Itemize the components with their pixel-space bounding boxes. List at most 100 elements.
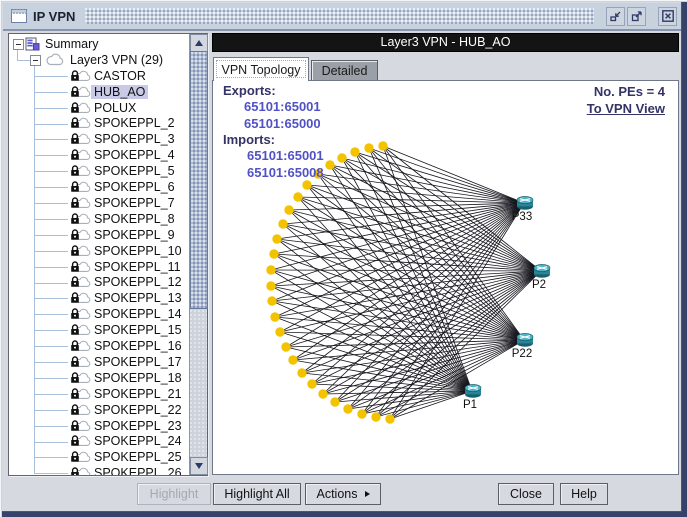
scrollbar-thumb[interactable] bbox=[190, 51, 208, 309]
tree-item-spokeppl_12[interactable]: SPOKEPPL_12 bbox=[70, 275, 185, 291]
tree-item-spokeppl_22[interactable]: SPOKEPPL_22 bbox=[70, 402, 185, 418]
minimize-button[interactable] bbox=[606, 7, 625, 26]
tree-item-spokeppl_14[interactable]: SPOKEPPL_14 bbox=[70, 306, 185, 322]
vpn-lock-cloud-icon bbox=[70, 164, 91, 178]
highlight-button[interactable]: Highlight bbox=[137, 483, 211, 505]
vpn-site-node[interactable] bbox=[371, 412, 380, 421]
tree-item-spokeppl_11[interactable]: SPOKEPPL_11 bbox=[70, 259, 184, 275]
close-button[interactable] bbox=[658, 7, 677, 26]
vpn-detail-panel: Layer3 VPN - HUB_AO VPN Topology Detaile… bbox=[212, 33, 679, 474]
pe-router-node-p2[interactable] bbox=[534, 264, 550, 277]
tab-vpn-topology[interactable]: VPN Topology bbox=[213, 57, 309, 81]
vpn-site-node[interactable] bbox=[266, 281, 275, 290]
tree-item-label: SPOKEPPL_21 bbox=[91, 387, 185, 401]
tree-item-castor[interactable]: CASTOR bbox=[70, 68, 149, 84]
tree-item-spokeppl_5[interactable]: SPOKEPPL_5 bbox=[70, 163, 178, 179]
vpn-lock-cloud-icon bbox=[70, 69, 91, 83]
tree-item-spokeppl_7[interactable]: SPOKEPPL_7 bbox=[70, 195, 178, 211]
tree-collapse-toggle[interactable] bbox=[30, 55, 41, 66]
tree-item-label: SPOKEPPL_7 bbox=[91, 196, 178, 210]
tree-item-label: SPOKEPPL_3 bbox=[91, 132, 178, 146]
tree-connector-line bbox=[34, 473, 68, 474]
tree-item-spokeppl_3[interactable]: SPOKEPPL_3 bbox=[70, 131, 178, 147]
scroll-up-button[interactable] bbox=[190, 34, 208, 52]
tree-item-spokeppl_6[interactable]: SPOKEPPL_6 bbox=[70, 179, 178, 195]
tree-item-label: Layer3 VPN (29) bbox=[67, 53, 166, 67]
vpn-site-node[interactable] bbox=[266, 265, 275, 274]
tree-item-polux[interactable]: POLUX bbox=[70, 100, 139, 116]
vpn-lock-cloud-icon bbox=[70, 275, 91, 289]
vpn-site-node[interactable] bbox=[278, 219, 287, 228]
tree-item-spokeppl_17[interactable]: SPOKEPPL_17 bbox=[70, 354, 185, 370]
tree-item-label: SPOKEPPL_18 bbox=[91, 371, 185, 385]
vpn-site-node[interactable] bbox=[269, 249, 278, 258]
tree-item-spokeppl_25[interactable]: SPOKEPPL_25 bbox=[70, 449, 185, 465]
tab-detailed[interactable]: Detailed bbox=[311, 60, 378, 81]
tree-item-spokeppl_15[interactable]: SPOKEPPL_15 bbox=[70, 322, 185, 338]
pe-router-node-p33[interactable] bbox=[517, 196, 533, 209]
to-vpn-view-link[interactable]: To VPN View bbox=[587, 101, 665, 116]
vpn-site-node[interactable] bbox=[343, 404, 352, 413]
tree-item-spokeppl_13[interactable]: SPOKEPPL_13 bbox=[70, 290, 185, 306]
tree-item-spokeppl_9[interactable]: SPOKEPPL_9 bbox=[70, 227, 178, 243]
tree-item-spokeppl_4[interactable]: SPOKEPPL_4 bbox=[70, 147, 178, 163]
pe-router-node-p1[interactable] bbox=[465, 384, 481, 397]
tree-connector-line bbox=[34, 298, 68, 299]
maximize-button[interactable] bbox=[627, 7, 646, 26]
export-route-target: 65101:65001 bbox=[244, 98, 324, 115]
vpn-site-node[interactable] bbox=[337, 153, 346, 162]
vpn-site-node[interactable] bbox=[357, 409, 366, 418]
tree-connector-line bbox=[34, 187, 68, 188]
vpn-site-node[interactable] bbox=[281, 342, 290, 351]
tree-item-spokeppl_26[interactable]: SPOKEPPL_26 bbox=[70, 465, 185, 475]
vpn-site-node[interactable] bbox=[318, 389, 327, 398]
tree-item-spokeppl_2[interactable]: SPOKEPPL_2 bbox=[70, 116, 178, 132]
window-title: IP VPN bbox=[33, 9, 75, 24]
tree-connector-line bbox=[34, 362, 68, 363]
tree-item-spokeppl_24[interactable]: SPOKEPPL_24 bbox=[70, 434, 185, 450]
vpn-site-node[interactable] bbox=[297, 368, 306, 377]
highlight-all-button[interactable]: Highlight All bbox=[213, 483, 301, 505]
actions-button-label: Actions bbox=[317, 487, 358, 501]
vpn-site-node[interactable] bbox=[364, 143, 373, 152]
tree-collapse-toggle[interactable] bbox=[13, 39, 24, 50]
export-route-target: 65101:65000 bbox=[244, 115, 324, 132]
actions-button[interactable]: Actions bbox=[305, 483, 381, 505]
tree-item-spokeppl_8[interactable]: SPOKEPPL_8 bbox=[70, 211, 178, 227]
window-titlebar[interactable]: IP VPN bbox=[3, 3, 681, 31]
imports-label: Imports: bbox=[223, 132, 324, 147]
close-dialog-button[interactable]: Close bbox=[498, 483, 554, 505]
help-button[interactable]: Help bbox=[560, 483, 608, 505]
vpn-site-node[interactable] bbox=[275, 327, 284, 336]
tree-item-spokeppl_21[interactable]: SPOKEPPL_21 bbox=[70, 386, 185, 402]
vpn-site-node[interactable] bbox=[267, 296, 276, 305]
vpn-site-node[interactable] bbox=[325, 160, 334, 169]
pe-router-node-p22[interactable] bbox=[517, 333, 533, 346]
tree-item-spokeppl_23[interactable]: SPOKEPPL_23 bbox=[70, 418, 185, 434]
vpn-site-node[interactable] bbox=[270, 312, 279, 321]
vpn-site-node[interactable] bbox=[350, 147, 359, 156]
tree-scrollbar[interactable] bbox=[189, 34, 207, 475]
tree-item-layer3-vpn[interactable]: Layer3 VPN (29) bbox=[46, 52, 166, 68]
vpn-site-node[interactable] bbox=[288, 355, 297, 364]
vpn-site-node[interactable] bbox=[385, 414, 394, 423]
menu-arrow-icon bbox=[365, 491, 370, 497]
tree-item-spokeppl_18[interactable]: SPOKEPPL_18 bbox=[70, 370, 185, 386]
vpn-lock-cloud-icon bbox=[70, 212, 91, 226]
vpn-site-node[interactable] bbox=[307, 379, 316, 388]
tree-connector-line bbox=[34, 65, 35, 473]
scroll-down-button[interactable] bbox=[190, 457, 208, 475]
vpn-site-node[interactable] bbox=[378, 141, 387, 150]
vpn-site-node[interactable] bbox=[330, 397, 339, 406]
tree-connector-line bbox=[17, 60, 30, 61]
vpn-site-node[interactable] bbox=[272, 234, 281, 243]
vpn-site-node[interactable] bbox=[284, 205, 293, 214]
tree-item-hub_ao[interactable]: HUB_AO bbox=[70, 84, 148, 100]
vpn-site-node[interactable] bbox=[293, 192, 302, 201]
tree-item-summary[interactable]: Summary bbox=[25, 36, 101, 52]
tree-connector-line bbox=[34, 283, 68, 284]
window-icon bbox=[11, 9, 27, 23]
tree-item-spokeppl_10[interactable]: SPOKEPPL_10 bbox=[70, 243, 185, 259]
tree-item-spokeppl_16[interactable]: SPOKEPPL_16 bbox=[70, 338, 185, 354]
vpn-site-node[interactable] bbox=[302, 180, 311, 189]
